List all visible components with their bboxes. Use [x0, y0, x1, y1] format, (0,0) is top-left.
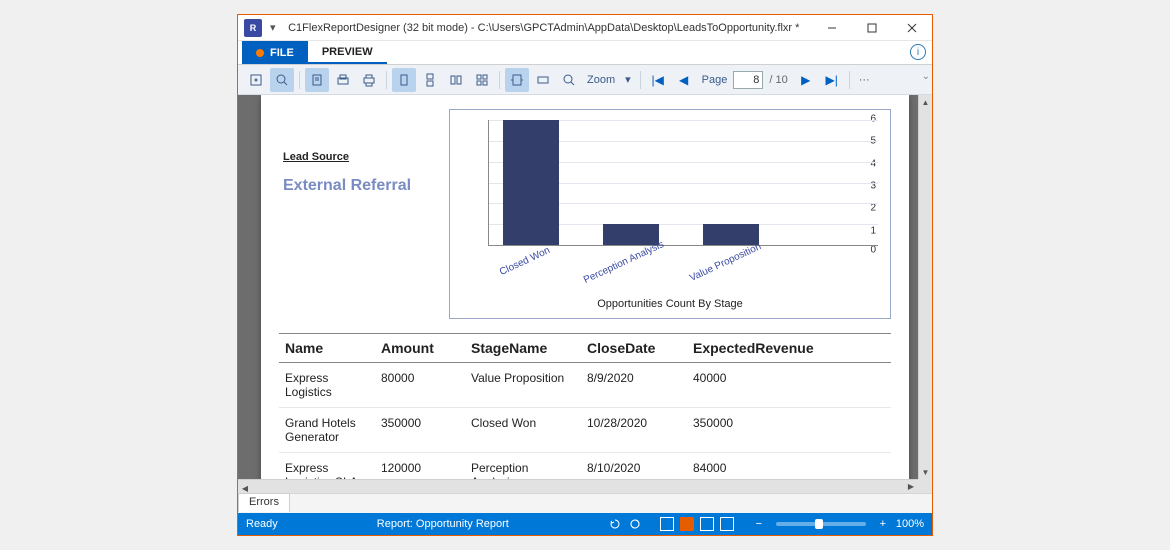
view-mode-3-icon[interactable] — [700, 517, 714, 531]
scroll-down-icon[interactable]: ▼ — [919, 465, 932, 479]
col-name: Name — [279, 334, 375, 362]
status-report-name: Report: Opportunity Report — [286, 518, 600, 530]
col-stage: StageName — [465, 334, 581, 362]
table-header-row: Name Amount StageName CloseDate Expected… — [279, 334, 891, 363]
chart-caption: Opportunities Count By Stage — [458, 298, 882, 310]
fit-width-icon[interactable] — [505, 68, 529, 92]
scroll-up-icon[interactable]: ▲ — [919, 95, 932, 109]
titlebar: R ▾ C1FlexReportDesigner (32 bit mode) -… — [238, 15, 932, 41]
tab-file[interactable]: FILE — [242, 41, 308, 64]
export-icon[interactable] — [244, 68, 268, 92]
lead-source-label: Lead Source — [283, 151, 449, 163]
facing-icon[interactable] — [444, 68, 468, 92]
tab-preview[interactable]: PREVIEW — [308, 41, 387, 64]
errors-tab[interactable]: Errors — [238, 493, 290, 512]
help-button[interactable]: i — [910, 44, 926, 60]
chart-plot — [488, 120, 878, 246]
close-button[interactable] — [892, 15, 932, 40]
window-title: C1FlexReportDesigner (32 bit mode) - C:\… — [276, 22, 812, 34]
app-icon: R — [244, 19, 262, 37]
report-page: Lead Source External Referral 6 5 4 3 2 … — [261, 95, 909, 493]
fit-page-icon[interactable] — [531, 68, 555, 92]
ribbon-tabs: FILE PREVIEW i — [238, 41, 932, 65]
zoom-tool-icon[interactable] — [557, 68, 581, 92]
scroll-right-icon[interactable]: ▶ — [904, 480, 918, 493]
view-mode-2-icon[interactable] — [680, 517, 694, 531]
page-total: / 10 — [769, 74, 787, 86]
view-mode-1-icon[interactable] — [660, 517, 674, 531]
last-page-button[interactable]: ▶| — [820, 68, 844, 92]
single-page-icon[interactable] — [392, 68, 416, 92]
maximize-button[interactable] — [852, 15, 892, 40]
scroll-corner — [918, 479, 932, 493]
print-all-icon[interactable] — [331, 68, 355, 92]
preview-toolbar: Zoom ▾ |◀ ◀ Page / 10 ▶ ▶| ··· ⌄ — [238, 65, 932, 95]
zoom-dropdown[interactable]: ▾ — [625, 73, 631, 86]
continuous-icon[interactable] — [418, 68, 442, 92]
col-amount: Amount — [375, 334, 465, 362]
separator — [299, 71, 300, 89]
more-button[interactable]: ··· — [859, 74, 870, 86]
zoom-percent: 100% — [896, 518, 924, 530]
ytick: 0 — [860, 245, 876, 256]
scroll-left-icon[interactable]: ◀ — [238, 482, 252, 493]
bar-value-proposition — [703, 224, 759, 245]
tab-preview-label: PREVIEW — [322, 46, 373, 58]
zoom-out-button[interactable]: − — [752, 517, 766, 531]
page-label: Page — [702, 74, 728, 86]
first-page-button[interactable]: |◀ — [646, 68, 670, 92]
minimize-button[interactable] — [812, 15, 852, 40]
file-dot-icon — [256, 49, 264, 57]
col-rev: ExpectedRevenue — [687, 334, 891, 362]
refresh-all-icon[interactable] — [628, 517, 642, 531]
table-row: Grand Hotels Generator 350000 Closed Won… — [279, 408, 891, 453]
thumbnails-icon[interactable] — [470, 68, 494, 92]
status-ready: Ready — [246, 518, 278, 530]
zoom-label: Zoom — [587, 74, 615, 86]
table-row: Express Logistics 80000 Value Propositio… — [279, 363, 891, 408]
refresh-icon[interactable] — [608, 517, 622, 531]
lead-source-value: External Referral — [283, 177, 449, 195]
printer-icon[interactable] — [357, 68, 381, 92]
view-mode-4-icon[interactable] — [720, 517, 734, 531]
collapse-ribbon-icon[interactable]: ⌄ — [922, 71, 930, 82]
horizontal-scrollbar[interactable]: ◀ ▶ — [238, 479, 918, 493]
zoom-in-button[interactable]: + — [876, 517, 890, 531]
search-icon[interactable] — [270, 68, 294, 92]
page-number-input[interactable] — [733, 71, 763, 89]
bar-perception-analysis — [603, 224, 659, 245]
print-page-icon[interactable] — [305, 68, 329, 92]
vertical-scrollbar[interactable]: ▲ ▼ — [918, 95, 932, 479]
errors-bar: Errors — [238, 493, 932, 513]
data-table: Name Amount StageName CloseDate Expected… — [279, 333, 891, 493]
col-close: CloseDate — [581, 334, 687, 362]
document-viewer: Lead Source External Referral 6 5 4 3 2 … — [238, 95, 932, 493]
zoom-slider[interactable] — [776, 522, 866, 526]
app-window: R ▾ C1FlexReportDesigner (32 bit mode) -… — [237, 14, 933, 536]
separator — [849, 71, 850, 89]
next-page-button[interactable]: ▶ — [794, 68, 818, 92]
separator — [640, 71, 641, 89]
separator — [386, 71, 387, 89]
tab-file-label: FILE — [270, 47, 294, 59]
status-bar: Ready Report: Opportunity Report − + 100… — [238, 513, 932, 535]
bar-closed-won — [503, 120, 559, 245]
separator — [499, 71, 500, 89]
chart-container: 6 5 4 3 2 1 0 — [449, 109, 891, 319]
prev-page-button[interactable]: ◀ — [672, 68, 696, 92]
